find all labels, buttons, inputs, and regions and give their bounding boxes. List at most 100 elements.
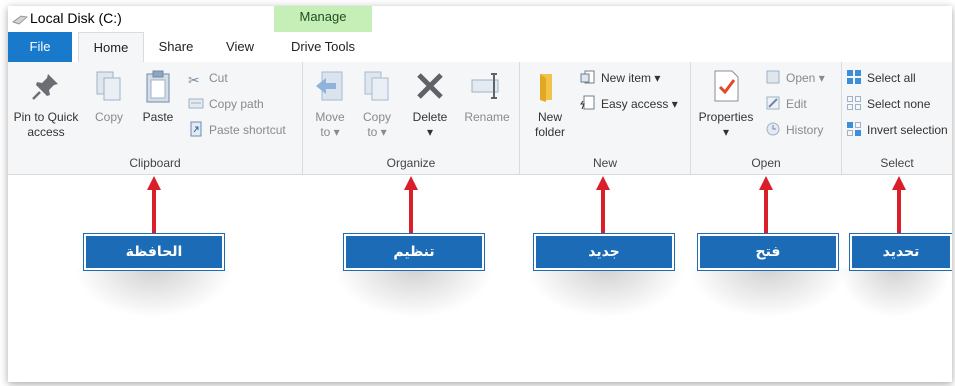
tab-view[interactable]: View <box>212 32 268 62</box>
select-none-label: Select none <box>867 97 931 111</box>
paste-shortcut-label: Paste shortcut <box>209 123 286 137</box>
pin-icon <box>32 74 58 100</box>
cut-button[interactable]: ✂ Cut <box>188 68 228 88</box>
select-group-label: Select <box>880 156 914 170</box>
properties-icon <box>714 70 739 102</box>
new-item-icon <box>580 70 595 84</box>
new-group-label: New <box>592 156 617 170</box>
pin-label-2: access <box>27 125 65 139</box>
copy-path-icon <box>188 98 204 109</box>
tab-share[interactable]: Share <box>148 32 204 62</box>
copy-label: Copy <box>94 110 123 124</box>
pin-label-1: Pin to Quick <box>13 110 79 124</box>
select-arrow-icon <box>892 176 906 234</box>
ribbon-tabs: File Home Share View Drive Tools <box>8 32 952 64</box>
select-group: Select all Select none Invert selection … <box>842 62 952 174</box>
copy-button[interactable]: Copy <box>88 68 130 125</box>
new-label-shadow <box>526 268 686 318</box>
delete-label: Delete <box>412 110 448 124</box>
copy-to-label-1: Copy <box>362 110 391 124</box>
new-folder-label-1: New <box>537 110 562 124</box>
move-to-label-2: to ▾ <box>320 125 340 139</box>
paste-shortcut-button[interactable]: Paste shortcut <box>188 120 286 140</box>
open-icon <box>766 70 780 84</box>
select-annotation: تحديد <box>849 233 952 271</box>
select-none-button[interactable]: Select none <box>846 94 930 114</box>
open-annotation: فتح <box>697 233 839 271</box>
invert-selection-label: Invert selection <box>867 123 948 137</box>
title-bar: Local Disk (C:) Manage <box>8 6 952 34</box>
invert-selection-button[interactable]: Invert selection <box>846 120 948 140</box>
ribbon: Pin to Quick access Copy Paste ✂ Cut Cop… <box>8 62 952 175</box>
delete-x-icon <box>417 73 443 99</box>
tab-drive-tools[interactable]: Drive Tools <box>276 32 370 62</box>
organize-group-label: Organize <box>386 156 436 170</box>
properties-label: Properties <box>698 110 754 124</box>
paste-label: Paste <box>142 110 174 124</box>
move-to-button[interactable]: Move to ▾ <box>309 68 351 140</box>
copy-to-button[interactable]: Copy to ▾ <box>357 68 397 140</box>
select-none-icon <box>847 96 861 110</box>
select-all-icon <box>847 70 861 84</box>
copy-icon <box>96 71 121 101</box>
open-group: Properties ▾ Open ▾ Edit History Open <box>691 62 842 174</box>
paste-shortcut-icon <box>190 121 202 137</box>
clipboard-arrow-icon <box>147 176 161 234</box>
easy-access-label: Easy access <box>601 97 669 111</box>
history-button[interactable]: History <box>765 120 823 140</box>
copy-to-icon <box>364 71 389 101</box>
select-label-shadow <box>838 268 952 318</box>
history-label: History <box>786 123 824 137</box>
copy-path-button[interactable]: Copy path <box>188 94 264 114</box>
easy-access-icon <box>580 95 595 110</box>
new-group: New folder New item ▾ Easy access ▾ New <box>520 62 691 174</box>
folder-icon <box>540 74 552 102</box>
easy-access-button[interactable]: Easy access ▾ <box>580 94 678 114</box>
window-title: Local Disk (C:) <box>30 10 122 26</box>
clipboard-label-shadow <box>74 268 234 318</box>
edit-button[interactable]: Edit <box>765 94 807 114</box>
pin-to-quick-access-button[interactable]: Pin to Quick access <box>10 68 82 140</box>
open-button[interactable]: Open ▾ <box>765 68 825 88</box>
organize-label-shadow <box>334 268 494 318</box>
cut-label: Cut <box>209 71 228 85</box>
new-annotation: جديد <box>533 233 675 271</box>
new-arrow-icon <box>596 176 610 234</box>
tab-home[interactable]: Home <box>78 32 144 64</box>
invert-selection-icon <box>847 122 861 136</box>
scissors-icon: ✂ <box>188 72 200 88</box>
edit-icon <box>766 96 780 110</box>
clipboard-group: Pin to Quick access Copy Paste ✂ Cut Cop… <box>8 62 303 174</box>
select-all-label: Select all <box>867 71 916 85</box>
properties-button[interactable]: Properties ▾ <box>693 68 759 140</box>
rename-icon <box>471 73 499 99</box>
drive-icon <box>12 15 28 25</box>
rename-button[interactable]: Rename <box>461 68 513 125</box>
copy-to-label-2: to ▾ <box>367 125 387 139</box>
tab-manage[interactable]: Manage <box>274 6 372 34</box>
clipboard-group-label: Clipboard <box>129 156 181 170</box>
new-item-button[interactable]: New item ▾ <box>580 68 660 88</box>
clipboard-icon <box>146 70 170 103</box>
move-to-label-2-text: to <box>320 125 331 139</box>
new-folder-button[interactable]: New folder <box>528 68 572 140</box>
delete-button[interactable]: Delete ▾ <box>407 68 453 140</box>
select-all-button[interactable]: Select all <box>846 68 916 88</box>
organize-arrow-icon <box>404 176 418 234</box>
open-label-shadow <box>688 268 848 318</box>
properties-dropdown-icon: ▾ <box>722 125 730 139</box>
paste-button[interactable]: Paste <box>136 68 180 125</box>
open-arrow-icon <box>759 176 773 234</box>
rename-label: Rename <box>464 110 510 124</box>
open-group-label: Open <box>751 156 781 170</box>
edit-label: Edit <box>786 97 807 111</box>
tab-file[interactable]: File <box>8 32 72 62</box>
new-folder-label-2: folder <box>534 125 566 139</box>
delete-dropdown-icon: ▾ <box>426 125 434 139</box>
explorer-window: Local Disk (C:) Manage File Home Share V… <box>8 6 952 382</box>
clipboard-annotation: الحافظة <box>83 233 225 271</box>
move-to-icon <box>316 71 343 101</box>
copy-path-label: Copy path <box>209 97 264 111</box>
organize-group: Move to ▾ Copy to ▾ Delete ▾ Rename Orga… <box>303 62 520 174</box>
organize-annotation: تنظيم <box>343 233 485 271</box>
